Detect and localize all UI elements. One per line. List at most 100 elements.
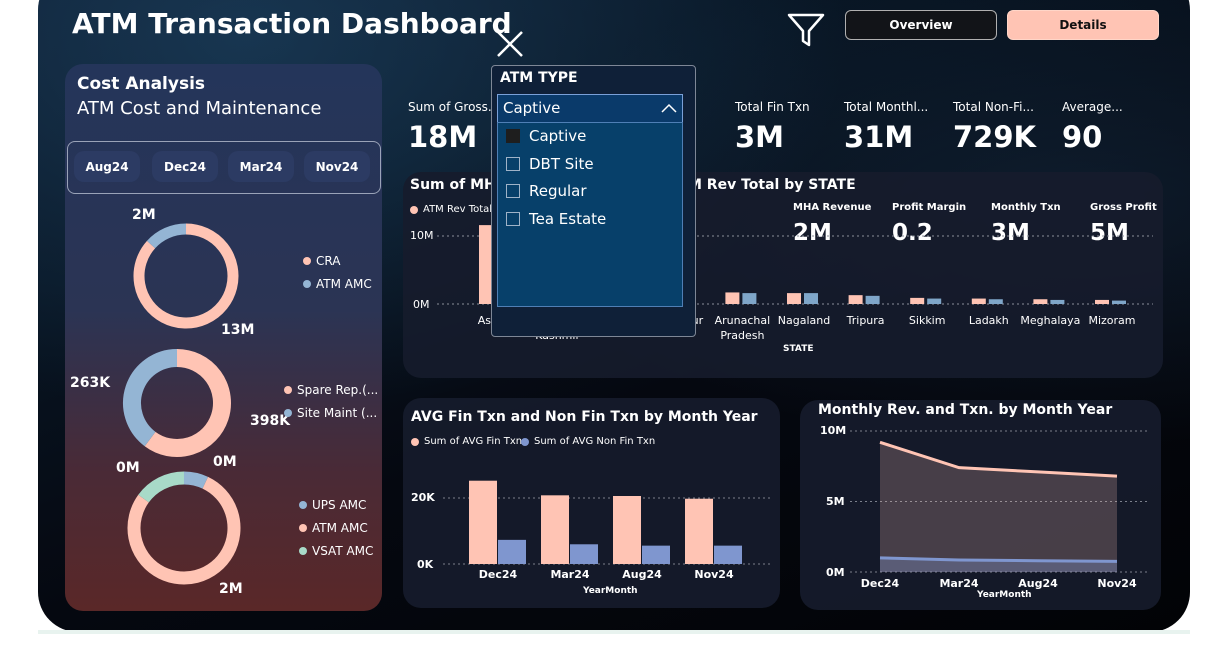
slicer-dropdown[interactable]: Captive	[497, 94, 683, 123]
slicer-option-dbt-site[interactable]: DBT Site	[506, 155, 594, 173]
dashboard-frame: ATM Transaction Dashboard Overview Detai…	[38, 0, 1190, 632]
filter-icon[interactable]	[786, 10, 826, 50]
state-x-tick-label: Tripura	[846, 314, 885, 327]
legend-atm-amc: ATM AMC	[303, 277, 372, 291]
month-button-mar24[interactable]: Mar24	[228, 151, 294, 182]
legend-dot	[303, 280, 311, 288]
monthly-chart-card: Monthly Rev. and Txn. by Month Year 10M …	[800, 400, 1161, 610]
avg-bar	[469, 480, 497, 564]
slicer-option-tea-estate[interactable]: Tea Estate	[506, 210, 606, 228]
page-bottom-strip	[38, 630, 1190, 634]
donut3-label-top: 0M	[213, 454, 237, 470]
page-title: ATM Transaction Dashboard	[72, 7, 512, 40]
avg-bar	[570, 544, 598, 564]
avg-bar	[541, 495, 569, 564]
legend-label: ATM AMC	[312, 521, 368, 535]
kpi-value-gross: 18M	[408, 120, 478, 154]
state-bar	[742, 293, 757, 304]
option-label: Tea Estate	[529, 210, 607, 228]
legend-dot	[303, 257, 311, 265]
kpi-label-monthly: Total Monthl...	[844, 100, 929, 114]
legend-label: Site Maint (...	[297, 406, 378, 420]
cost-title: Cost Analysis	[77, 74, 206, 94]
avg-txn-chart-card: AVG Fin Txn and Non Fin Txn by Month Yea…	[403, 398, 780, 608]
donut1-label-large: 13M	[221, 322, 255, 338]
legend-dot	[299, 524, 307, 532]
slicer-option-captive[interactable]: Captive	[506, 127, 586, 145]
avg-x-tick-label: Mar24	[550, 568, 589, 581]
state-bar	[865, 295, 880, 304]
month-button-nov24[interactable]: Nov24	[304, 151, 370, 182]
legend-dot	[299, 547, 307, 555]
area-fill	[880, 442, 1117, 572]
legend-cra: CRA	[303, 254, 340, 268]
state-x-tick-label: Mizoram	[1088, 314, 1135, 327]
legend-label: UPS AMC	[312, 498, 367, 512]
donut-slice	[183, 471, 209, 489]
checkbox[interactable]	[506, 157, 520, 171]
legend-dot	[284, 386, 292, 394]
close-icon[interactable]	[495, 29, 525, 59]
donut-chart-spare-site	[123, 349, 231, 457]
donut1-label-small: 2M	[132, 207, 156, 223]
avg-bar	[642, 545, 670, 564]
state-bar	[804, 293, 818, 304]
legend-dot	[284, 409, 292, 417]
month-button-aug24[interactable]: Aug24	[74, 151, 140, 182]
monthly-x-tick-label: Nov24	[1097, 577, 1137, 590]
state-bar	[1112, 300, 1126, 304]
avg-bar	[685, 498, 713, 564]
state-bar	[725, 292, 740, 304]
state-bar	[1095, 299, 1109, 304]
month-button-dec24[interactable]: Dec24	[152, 151, 218, 182]
donut-slice	[146, 223, 187, 249]
state-bar	[988, 299, 1003, 304]
checkbox-checked[interactable]	[506, 129, 520, 143]
state-x-tick-label: Meghalaya	[1020, 314, 1080, 327]
option-label: Regular	[529, 182, 587, 200]
legend-label: Spare Rep.(...	[297, 383, 379, 397]
kpi-value-non-fin: 729K	[953, 120, 1037, 154]
avg-x-axis-title: YearMonth	[583, 586, 638, 596]
atm-type-slicer: ATM TYPE Captive Captive DBT Site Regula…	[491, 65, 696, 337]
legend-vsat-amc: VSAT AMC	[299, 544, 373, 558]
state-bar	[1033, 299, 1048, 304]
state-bar	[910, 297, 925, 304]
slicer-title: ATM TYPE	[500, 70, 578, 86]
avg-txn-bar-chart: Dec24 Mar24 Aug24 Nov24	[443, 480, 773, 581]
kpi-label-fin-txn: Total Fin Txn	[735, 100, 810, 114]
kpi-value-average: 90	[1062, 120, 1103, 154]
checkbox[interactable]	[506, 212, 520, 226]
kpi-value-monthly: 31M	[844, 120, 914, 154]
slicer-option-regular[interactable]: Regular	[506, 182, 587, 200]
donut-slice	[144, 349, 231, 457]
legend-label: ATM AMC	[316, 277, 372, 291]
state-bar	[971, 298, 986, 304]
donut3-label-left: 0M	[116, 460, 140, 476]
donut-slice	[123, 349, 178, 447]
kpi-label-average: Average...	[1062, 100, 1123, 114]
state-x-tick-label: Sikkim	[909, 314, 946, 327]
tab-details[interactable]: Details	[1007, 10, 1159, 40]
state-x-tick-label: Arunachal Pradesh	[715, 314, 771, 342]
tab-overview[interactable]: Overview	[845, 10, 997, 40]
state-x-axis-title: STATE	[783, 344, 814, 354]
state-x-tick-label: Nagaland	[778, 314, 830, 327]
legend-label: VSAT AMC	[312, 544, 374, 558]
avg-x-tick-label: Aug24	[622, 568, 662, 581]
monthly-x-tick-label: Mar24	[939, 577, 978, 590]
state-bar	[927, 298, 942, 304]
chevron-up-icon	[661, 103, 677, 113]
monthly-x-axis-title: YearMonth	[977, 590, 1032, 600]
donut-chart-cra-atm-amc	[133, 223, 239, 329]
option-label: Captive	[529, 127, 587, 145]
avg-bar	[714, 545, 742, 564]
avg-x-tick-label: Dec24	[479, 568, 518, 581]
donut-chart-ups-atm-vsat	[127, 471, 241, 585]
legend-ups-amc: UPS AMC	[299, 498, 366, 512]
monthly-x-tick-label: Dec24	[861, 577, 900, 590]
option-label: DBT Site	[529, 155, 594, 173]
cost-analysis-panel: Cost Analysis ATM Cost and Maintenance A…	[65, 64, 382, 611]
checkbox[interactable]	[506, 184, 520, 198]
legend-site-maint: Site Maint (...	[284, 406, 377, 420]
